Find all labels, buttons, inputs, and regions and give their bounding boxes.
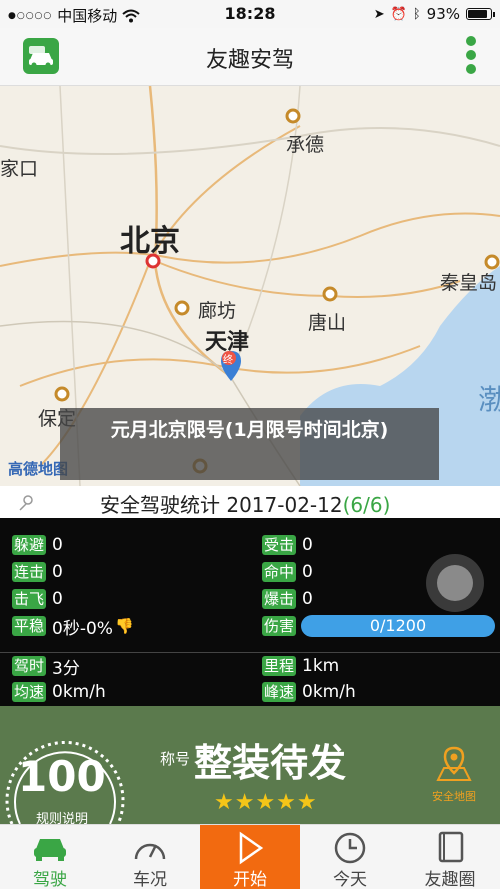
stat-drive-time-value: 3分 — [52, 658, 80, 679]
stat-stable: 平稳 0秒-0% 👎 — [12, 615, 134, 639]
stats-header: 安全驾驶统计 2017-02-12(6/6) — [0, 486, 500, 518]
stat-knock-label: 击飞 — [12, 589, 47, 609]
location-arrow-icon: ➤ — [373, 6, 385, 22]
driver-title: 整装待发 — [194, 741, 347, 785]
stat-hit-value: 0 — [302, 535, 313, 555]
stats-fraction: (6/6) — [342, 493, 391, 517]
safe-map-label: 安全地图 — [432, 790, 476, 803]
stat-peak-speed-label: 峰速 — [262, 682, 297, 702]
stat-avg-speed-value: 0km/h — [52, 682, 106, 702]
news-overlay[interactable]: 元月北京限号(1月限号时间北京) — [60, 408, 439, 480]
safe-map-icon — [436, 746, 472, 781]
tab-friends[interactable]: 友趣圈 — [400, 825, 500, 889]
play-icon — [239, 831, 264, 865]
stat-knock-value: 0 — [52, 589, 63, 609]
stat-dodge-value: 0 — [52, 535, 63, 555]
map-label-tangshan: 唐山 — [308, 312, 347, 334]
stat-mileage-label: 里程 — [262, 656, 297, 676]
stats-title: 安全驾驶统计 2017-02-12(6/6) — [100, 489, 390, 518]
tab-start-label: 开始 — [233, 870, 267, 889]
stat-crit: 爆击 0 — [262, 588, 313, 610]
status-right: ➤ ⏰ ᛒ 93% — [373, 5, 495, 23]
stat-drive-time: 驾时 3分 — [12, 655, 80, 679]
app-header: 友趣安驾 — [0, 28, 500, 86]
damage-progress-bar: 0/1200 — [301, 615, 495, 637]
stat-crit-value: 0 — [302, 589, 313, 609]
stats-title-text: 安全驾驶统计 2017-02-12 — [100, 493, 343, 517]
stat-stable-value: 0秒-0% — [52, 618, 113, 639]
score-panel: 100 规则说明 称号 整装待发 ★★★★★ 安全地图 — [0, 706, 500, 827]
battery-percent: 93% — [426, 5, 460, 23]
tab-start[interactable]: 开始 — [200, 825, 300, 889]
alarm-icon: ⏰ — [390, 6, 407, 22]
tab-drive[interactable]: 驾驶 — [0, 825, 100, 889]
map-label-bohai: 渤 — [478, 383, 500, 416]
stat-combo-label: 连击 — [12, 562, 47, 582]
stat-damage-label: 伤害 — [262, 616, 297, 636]
page-title: 友趣安驾 — [205, 48, 294, 73]
stat-hit-target-label: 命中 — [262, 562, 297, 582]
map-label-beijing: 北京 — [120, 224, 180, 259]
star-rating: ★★★★★ — [214, 790, 318, 815]
tab-friends-label: 友趣圈 — [424, 870, 476, 889]
map-label-zhangjiakou: 家口 — [0, 158, 39, 180]
map-label-qinhuangdao: 秦皇岛 — [440, 272, 498, 294]
stat-mileage: 里程 1km — [262, 655, 339, 677]
stat-peak-speed-value: 0km/h — [302, 682, 356, 702]
safe-map-button[interactable]: 安全地图 — [424, 746, 484, 804]
stat-hit-target-value: 0 — [302, 562, 313, 582]
end-marker-label: 终 — [223, 355, 233, 366]
stat-avg-speed: 均速 0km/h — [12, 681, 106, 703]
bluetooth-icon: ᛒ — [412, 6, 421, 22]
assistive-touch-button[interactable] — [426, 554, 484, 612]
stat-crit-label: 爆击 — [262, 589, 297, 609]
tab-drive-label: 驾驶 — [33, 870, 67, 889]
stats-panel: 躲避 0 受击 0 连击 0 命中 0 击飞 0 爆击 0 平稳 0秒-0% 👎 伤害 0/12… — [0, 518, 500, 706]
battery-icon — [466, 8, 495, 20]
tab-today-label: 今天 — [333, 870, 367, 889]
stat-damage: 伤害 — [262, 615, 302, 637]
stat-dodge: 躲避 0 — [12, 534, 63, 556]
map-label-chengde: 承德 — [286, 134, 325, 156]
stat-peak-speed: 峰速 0km/h — [262, 681, 356, 703]
tab-car-status[interactable]: 车况 — [100, 825, 200, 889]
map-provider-logo: 高德地图 — [8, 460, 69, 478]
stat-knock: 击飞 0 — [12, 588, 63, 610]
stat-combo-value: 0 — [52, 562, 63, 582]
car-icon — [34, 839, 66, 861]
tab-bar: 驾驶 车况 开始 今天 友趣圈 — [0, 824, 500, 889]
stat-stable-label: 平稳 — [12, 616, 47, 636]
stat-hit-target: 命中 0 — [262, 561, 313, 583]
thumbs-down-icon: 👎 — [114, 617, 134, 635]
clock-icon — [334, 832, 366, 864]
stat-avg-speed-label: 均速 — [12, 682, 47, 702]
speedometer-icon — [134, 843, 166, 860]
tab-car-status-label: 车况 — [133, 870, 167, 889]
stat-dodge-label: 躲避 — [12, 535, 47, 555]
title-prefix: 称号 — [160, 750, 191, 768]
gps-icon — [19, 495, 33, 511]
stat-mileage-value: 1km — [302, 656, 340, 676]
vertical-dots-icon[interactable] — [464, 36, 478, 78]
tab-today[interactable]: 今天 — [300, 825, 400, 889]
stat-combo: 连击 0 — [12, 561, 63, 583]
stat-drive-time-label: 驾时 — [12, 656, 47, 676]
status-bar: ●○○○○ 中国移动 18:28 ➤ ⏰ ᛒ 93% — [0, 0, 500, 28]
stat-hit-label: 受击 — [262, 535, 297, 555]
score-value: 100 — [18, 752, 106, 801]
book-icon — [438, 831, 464, 863]
stat-hit: 受击 0 — [262, 534, 313, 556]
map-label-langfang: 廊坊 — [198, 300, 237, 322]
